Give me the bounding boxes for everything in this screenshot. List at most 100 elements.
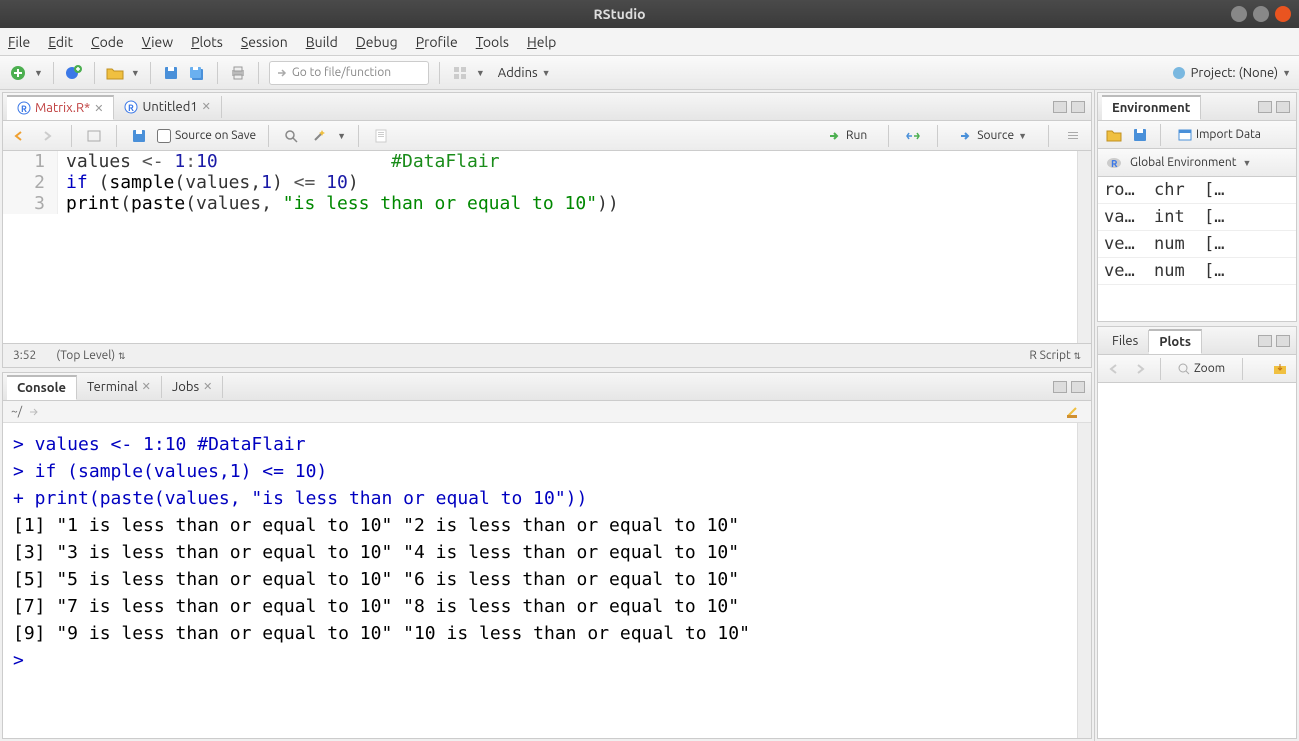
clear-console-icon[interactable]: [1063, 402, 1083, 422]
dropdown-arrow-icon[interactable]: ▼: [337, 131, 346, 141]
menu-session[interactable]: Session: [241, 34, 288, 50]
new-file-icon[interactable]: [8, 63, 28, 83]
plot-forward-icon[interactable]: [1130, 359, 1150, 379]
window-maximize-button[interactable]: [1253, 6, 1269, 22]
line-number: 2: [3, 172, 58, 193]
source-toolbar: Source on Save ▼ Run: [3, 121, 1091, 151]
env-variable-row[interactable]: va…int[…: [1098, 204, 1296, 231]
window-title: RStudio: [8, 6, 1231, 22]
editor-tabs: RMatrix.R*✕RUntitled1✕: [3, 93, 1091, 121]
addins-button[interactable]: Addins ▼: [491, 63, 558, 83]
show-in-new-window-icon[interactable]: [84, 126, 104, 146]
pane-minimize-button[interactable]: [1258, 101, 1272, 113]
run-button[interactable]: Run: [821, 126, 874, 145]
goto-file-input[interactable]: Go to file/function: [269, 61, 429, 85]
menu-tools[interactable]: Tools: [476, 34, 509, 50]
plot-back-icon[interactable]: [1104, 359, 1124, 379]
rerun-icon[interactable]: [903, 126, 923, 146]
dropdown-arrow-icon[interactable]: ▼: [131, 68, 140, 78]
env-variable-row[interactable]: ve…num[…: [1098, 231, 1296, 258]
save-workspace-icon[interactable]: [1130, 125, 1150, 145]
env-variable-row[interactable]: ve…num[…: [1098, 258, 1296, 285]
print-icon[interactable]: [228, 63, 248, 83]
close-icon[interactable]: ✕: [94, 102, 103, 115]
pane-minimize-button[interactable]: [1053, 381, 1067, 393]
pane-maximize-button[interactable]: [1276, 335, 1290, 347]
editor-tab[interactable]: RUntitled1✕: [114, 96, 221, 118]
save-icon[interactable]: [161, 63, 181, 83]
pane-minimize-button[interactable]: [1258, 335, 1272, 347]
dropdown-arrow-icon[interactable]: ▼: [34, 68, 43, 78]
console-tab-jobs[interactable]: Jobs✕: [162, 376, 223, 398]
report-icon[interactable]: [371, 126, 391, 146]
editor-tab[interactable]: RMatrix.R*✕: [7, 95, 114, 120]
close-icon[interactable]: ✕: [202, 100, 211, 113]
find-icon[interactable]: [281, 126, 301, 146]
menu-help[interactable]: Help: [527, 34, 556, 50]
open-file-icon[interactable]: [105, 63, 125, 83]
console-path-bar: ~/: [3, 401, 1091, 423]
menu-plots[interactable]: Plots: [191, 34, 223, 50]
console-popout-icon[interactable]: [28, 407, 40, 417]
save-icon[interactable]: [129, 126, 149, 146]
environment-scope[interactable]: Global Environment: [1130, 156, 1237, 169]
pane-maximize-button[interactable]: [1276, 101, 1290, 113]
dropdown-arrow-icon[interactable]: ▼: [1282, 68, 1291, 78]
menu-file[interactable]: File: [8, 34, 30, 50]
pane-minimize-button[interactable]: [1053, 101, 1067, 113]
dropdown-arrow-icon[interactable]: ▼: [476, 68, 485, 78]
save-all-icon[interactable]: [187, 63, 207, 83]
console-scrollbar[interactable]: [1077, 423, 1091, 738]
window-minimize-button[interactable]: [1231, 6, 1247, 22]
zoom-button[interactable]: Zoom: [1171, 359, 1232, 378]
code-line[interactable]: 2if (sample(values,1) <= 10): [3, 172, 1077, 193]
export-icon[interactable]: [1270, 359, 1290, 379]
import-dataset-button[interactable]: Import Data: [1171, 125, 1268, 144]
environment-tabs: Environment: [1098, 93, 1296, 121]
code-line[interactable]: 3print(paste(values, "is less than or eq…: [3, 193, 1077, 214]
menu-code[interactable]: Code: [91, 34, 124, 50]
file-type-selector[interactable]: R Script ⇅: [1029, 349, 1081, 362]
code-line[interactable]: 1values <- 1:10 #DataFlair: [3, 151, 1077, 172]
new-project-icon[interactable]: [64, 63, 84, 83]
tab-environment[interactable]: Environment: [1102, 95, 1201, 120]
tab-label: Plots: [1159, 335, 1191, 349]
console-line: > if (sample(values,1) <= 10): [13, 458, 1067, 485]
environment-toolbar: Import Data: [1098, 121, 1296, 149]
environment-scope-bar: R Global Environment ▼: [1098, 149, 1296, 177]
r-file-icon: R: [17, 101, 31, 115]
grid-icon[interactable]: [450, 63, 470, 83]
menu-view[interactable]: View: [142, 34, 173, 50]
editor-scrollbar[interactable]: [1077, 151, 1091, 343]
viewer-tab-plots[interactable]: Plots: [1149, 329, 1202, 354]
source-on-save-checkbox[interactable]: Source on Save: [157, 129, 256, 143]
code-editor[interactable]: 1values <- 1:10 #DataFlair2if (sample(va…: [3, 151, 1077, 343]
console-output[interactable]: > values <- 1:10 #DataFlair> if (sample(…: [3, 423, 1077, 738]
console-tab-terminal[interactable]: Terminal✕: [77, 376, 162, 398]
menu-build[interactable]: Build: [306, 34, 338, 50]
svg-text:R: R: [128, 103, 134, 113]
outline-icon[interactable]: [1063, 126, 1083, 146]
menu-profile[interactable]: Profile: [416, 34, 458, 50]
title-bar: RStudio: [0, 0, 1299, 28]
line-number: 3: [3, 193, 58, 214]
tab-label: Console: [17, 381, 66, 395]
menu-debug[interactable]: Debug: [356, 34, 398, 50]
source-button[interactable]: Source ▼: [952, 126, 1034, 145]
console-tab-console[interactable]: Console: [7, 375, 77, 400]
pane-maximize-button[interactable]: [1071, 381, 1085, 393]
close-icon[interactable]: ✕: [142, 380, 151, 393]
back-icon[interactable]: [11, 126, 31, 146]
viewer-tab-files[interactable]: Files: [1102, 330, 1149, 352]
env-variable-row[interactable]: ro…chr[…: [1098, 177, 1296, 204]
console-line: [1] "1 is less than or equal to 10" "2 i…: [13, 512, 1067, 539]
close-icon[interactable]: ✕: [203, 380, 212, 393]
forward-icon[interactable]: [39, 126, 59, 146]
pane-maximize-button[interactable]: [1071, 101, 1085, 113]
menu-edit[interactable]: Edit: [48, 34, 73, 50]
project-label[interactable]: Project: (None): [1191, 66, 1278, 80]
load-workspace-icon[interactable]: [1104, 125, 1124, 145]
scope-selector[interactable]: (Top Level) ⇅: [56, 349, 125, 362]
wand-icon[interactable]: [309, 126, 329, 146]
window-close-button[interactable]: [1275, 6, 1291, 22]
